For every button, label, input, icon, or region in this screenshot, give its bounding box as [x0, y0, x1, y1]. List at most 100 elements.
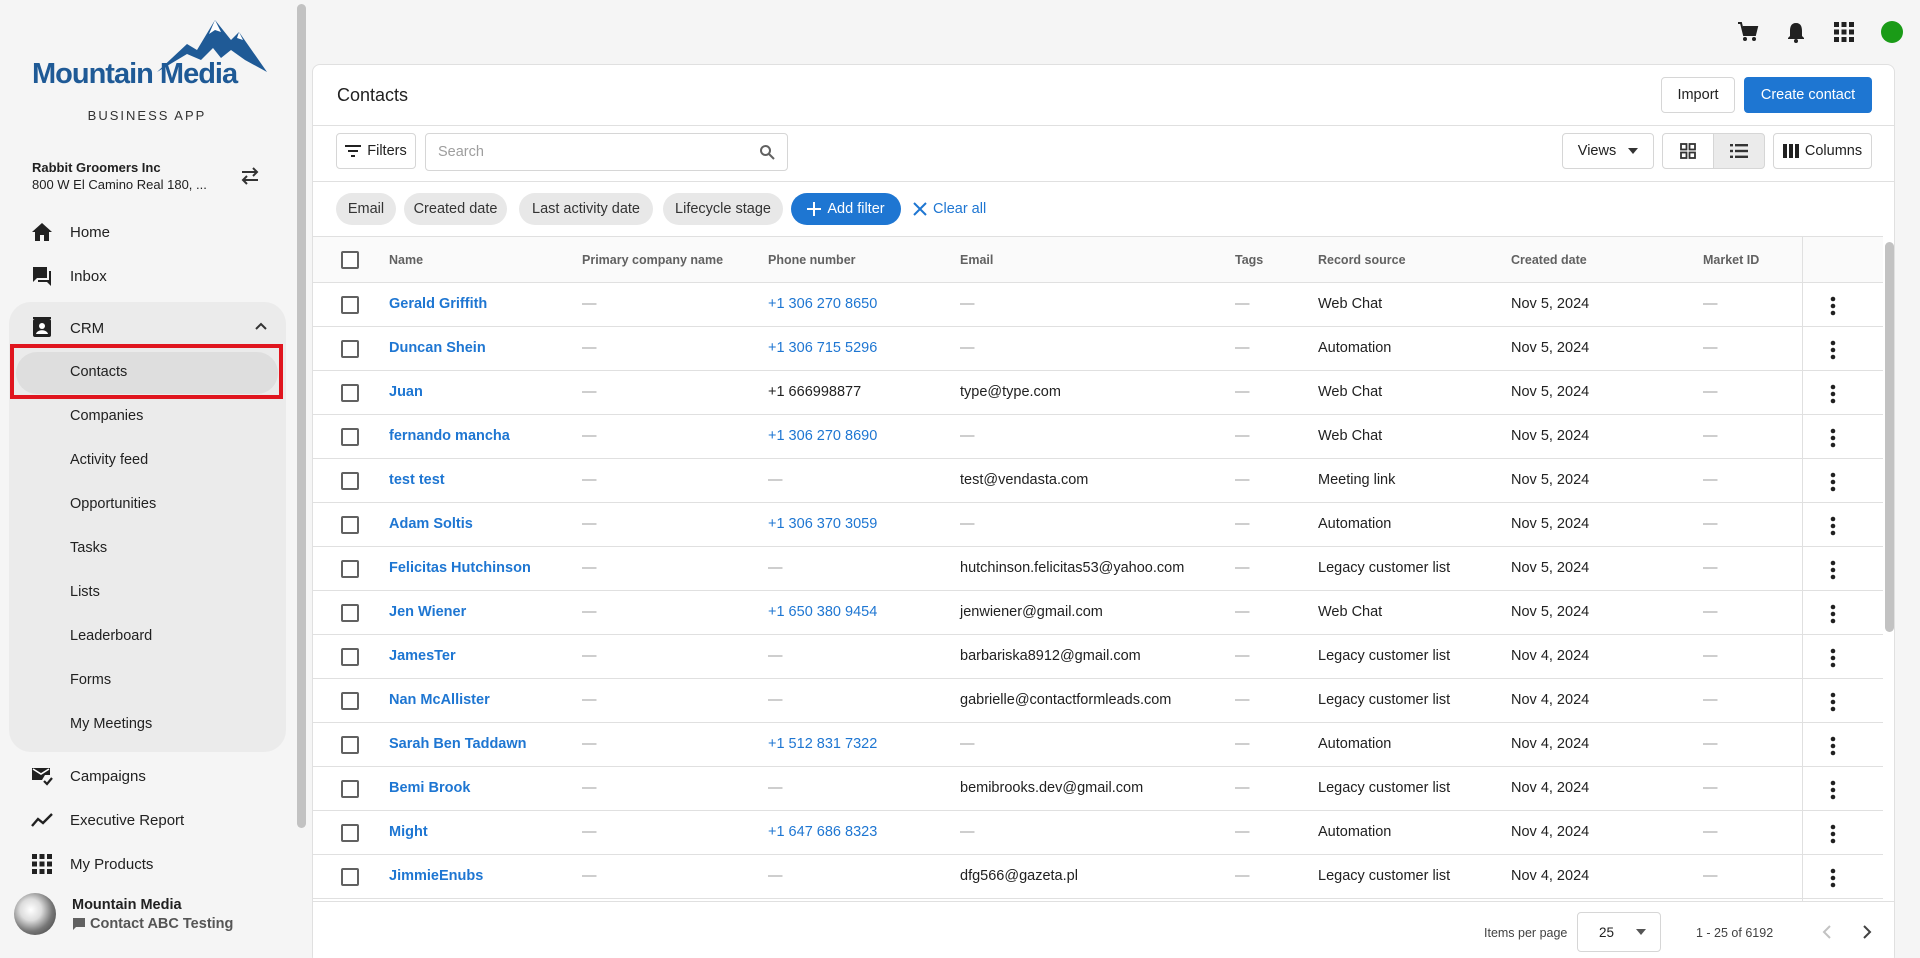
- cell-phone[interactable]: +1 512 831 7322: [768, 736, 877, 752]
- table-row[interactable]: fernando mancha — +1 306 270 8690 — — Web Cha…: [313, 415, 1883, 459]
- sidebar-subitem-companies[interactable]: Companies: [70, 396, 143, 436]
- cell-name[interactable]: JamesTer: [389, 648, 456, 664]
- sidebar-subitem-lists[interactable]: Lists: [70, 572, 100, 612]
- select-all-checkbox[interactable]: [341, 251, 359, 269]
- table-row[interactable]: Felicitas Hutchinson — — hutchinson.felicit…: [313, 547, 1883, 591]
- cell-name[interactable]: Jen Wiener: [389, 604, 466, 620]
- table-row[interactable]: Jen Wiener — +1 650 380 9454 jenwiener@gmai…: [313, 591, 1883, 635]
- columns-button[interactable]: Columns: [1773, 133, 1872, 169]
- add-filter-button[interactable]: Add filter: [791, 193, 901, 225]
- cell-name[interactable]: fernando mancha: [389, 428, 510, 444]
- row-checkbox[interactable]: [341, 780, 359, 798]
- table-row[interactable]: Adam Soltis — +1 306 370 3059 — — Automation N…: [313, 503, 1883, 547]
- table-row[interactable]: Duncan Shein — +1 306 715 5296 — — Automation…: [313, 327, 1883, 371]
- cell-name[interactable]: JimmieEnubs: [389, 868, 483, 884]
- sidebar-item-home[interactable]: Home: [30, 212, 110, 252]
- cell-phone[interactable]: +1 306 270 8650: [768, 296, 877, 312]
- row-menu-icon[interactable]: [1821, 822, 1845, 846]
- next-page-button[interactable]: [1855, 920, 1879, 944]
- row-checkbox[interactable]: [341, 648, 359, 666]
- row-checkbox[interactable]: [341, 516, 359, 534]
- sidebar-subitem-activity-feed[interactable]: Activity feed: [70, 440, 148, 480]
- row-menu-icon[interactable]: [1821, 558, 1845, 582]
- create-contact-button[interactable]: Create contact: [1744, 77, 1872, 113]
- row-checkbox[interactable]: [341, 868, 359, 886]
- row-checkbox[interactable]: [341, 472, 359, 490]
- row-checkbox[interactable]: [341, 736, 359, 754]
- items-per-page-select[interactable]: 25: [1577, 912, 1661, 952]
- sidebar-subitem-opportunities[interactable]: Opportunities: [70, 484, 156, 524]
- cell-phone[interactable]: +1 306 370 3059: [768, 516, 877, 532]
- cell-name[interactable]: Duncan Shein: [389, 340, 486, 356]
- row-menu-icon[interactable]: [1821, 866, 1845, 890]
- cell-name[interactable]: Might: [389, 824, 428, 840]
- row-menu-icon[interactable]: [1821, 338, 1845, 362]
- sidebar-subitem-contacts[interactable]: Contacts: [70, 352, 127, 392]
- sidebar-item-my-products[interactable]: My Products: [30, 844, 153, 884]
- status-indicator[interactable]: [1881, 21, 1903, 43]
- row-menu-icon[interactable]: [1821, 382, 1845, 406]
- cell-phone[interactable]: +1 666998877: [768, 384, 861, 400]
- filter-chip-email[interactable]: Email: [336, 193, 396, 225]
- table-row[interactable]: JimmieEnubs — — dfg566@gazeta.pl — Legacy cus…: [313, 855, 1883, 899]
- row-checkbox[interactable]: [341, 340, 359, 358]
- filters-button[interactable]: Filters: [336, 133, 416, 169]
- column-header-market-id[interactable]: Market ID: [1703, 253, 1759, 267]
- row-menu-icon[interactable]: [1821, 294, 1845, 318]
- sidebar-item-executive-report[interactable]: Executive Report: [30, 800, 184, 840]
- column-header-email[interactable]: Email: [960, 253, 993, 267]
- table-row[interactable]: Sarah Ben Taddawn — +1 512 831 7322 — — Autom…: [313, 723, 1883, 767]
- row-menu-icon[interactable]: [1821, 778, 1845, 802]
- filter-chip-lifecycle-stage[interactable]: Lifecycle stage: [663, 193, 783, 225]
- sidebar-item-campaigns[interactable]: Campaigns: [30, 756, 146, 796]
- row-menu-icon[interactable]: [1821, 646, 1845, 670]
- search-field[interactable]: [425, 133, 788, 171]
- cell-name[interactable]: Bemi Brook: [389, 780, 470, 796]
- bell-icon[interactable]: [1784, 20, 1808, 44]
- sidebar-subitem-tasks[interactable]: Tasks: [70, 528, 107, 568]
- cell-name[interactable]: Juan: [389, 384, 423, 400]
- cell-phone[interactable]: +1 306 270 8690: [768, 428, 877, 444]
- cell-name[interactable]: Nan McAllister: [389, 692, 490, 708]
- table-row[interactable]: Bemi Brook — — bemibrooks.dev@gmail.com — Leg…: [313, 767, 1883, 811]
- table-row[interactable]: Nan McAllister — — gabrielle@contactformlea…: [313, 679, 1883, 723]
- cell-phone[interactable]: +1 647 686 8323: [768, 824, 877, 840]
- cell-phone[interactable]: +1 306 715 5296: [768, 340, 877, 356]
- import-button[interactable]: Import: [1661, 77, 1735, 113]
- row-checkbox[interactable]: [341, 604, 359, 622]
- filter-chip-last-activity-date[interactable]: Last activity date: [519, 193, 653, 225]
- row-menu-icon[interactable]: [1821, 690, 1845, 714]
- table-row[interactable]: Gerald Griffith — +1 306 270 8650 — — Web Cha…: [313, 283, 1883, 327]
- sidebar-subitem-my-meetings[interactable]: My Meetings: [70, 704, 152, 744]
- sidebar-scrollbar[interactable]: [297, 4, 306, 828]
- search-input[interactable]: [438, 144, 748, 160]
- row-menu-icon[interactable]: [1821, 514, 1845, 538]
- row-checkbox[interactable]: [341, 296, 359, 314]
- cart-icon[interactable]: [1736, 20, 1760, 44]
- sidebar-subitem-forms[interactable]: Forms: [70, 660, 111, 700]
- row-menu-icon[interactable]: [1821, 426, 1845, 450]
- cell-name[interactable]: Felicitas Hutchinson: [389, 560, 531, 576]
- table-row[interactable]: test test — — test@vendasta.com — Meeting lin…: [313, 459, 1883, 503]
- row-menu-icon[interactable]: [1821, 734, 1845, 758]
- column-header-created-date[interactable]: Created date: [1511, 253, 1587, 267]
- views-dropdown[interactable]: Views: [1562, 133, 1654, 169]
- row-menu-icon[interactable]: [1821, 602, 1845, 626]
- filter-chip-created-date[interactable]: Created date: [404, 193, 507, 225]
- column-header-name[interactable]: Name: [389, 253, 423, 267]
- table-scrollbar[interactable]: [1885, 242, 1894, 632]
- user-menu[interactable]: Mountain Media Contact ABC Testing: [14, 890, 233, 938]
- table-row[interactable]: Juan — +1 666998877 type@type.com — Web Chat N…: [313, 371, 1883, 415]
- sidebar-subitem-leaderboard[interactable]: Leaderboard: [70, 616, 152, 656]
- row-checkbox[interactable]: [341, 824, 359, 842]
- column-header-company[interactable]: Primary company name: [582, 253, 723, 267]
- cell-name[interactable]: Gerald Griffith: [389, 296, 487, 312]
- chevron-up-icon[interactable]: [254, 318, 268, 336]
- cell-phone[interactable]: +1 650 380 9454: [768, 604, 877, 620]
- sidebar-item-inbox[interactable]: Inbox: [30, 256, 107, 296]
- previous-page-button[interactable]: [1815, 920, 1839, 944]
- cell-name[interactable]: test test: [389, 472, 445, 488]
- row-checkbox[interactable]: [341, 428, 359, 446]
- grid-view-toggle[interactable]: [1662, 133, 1714, 169]
- row-checkbox[interactable]: [341, 384, 359, 402]
